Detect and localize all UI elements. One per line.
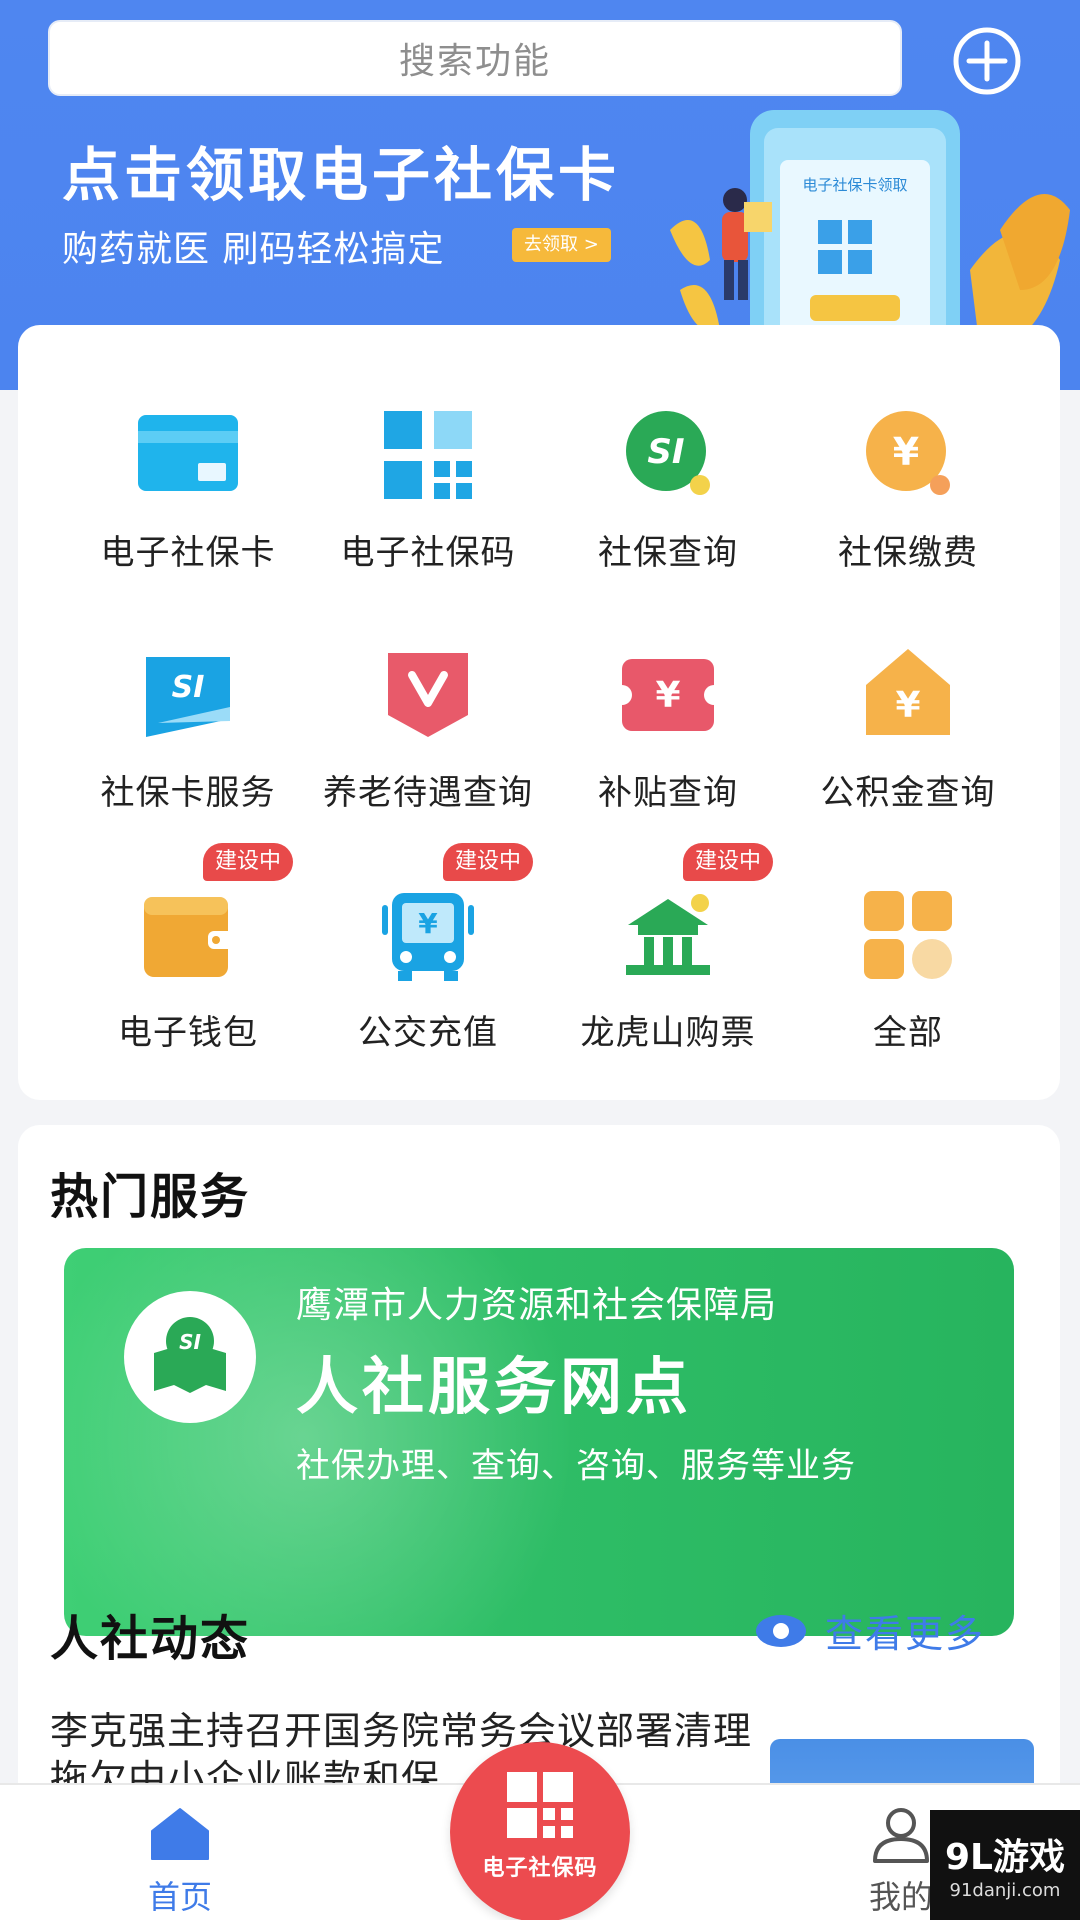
grid-item-label: 电子社保卡	[100, 533, 276, 573]
svg-text:SI: SI	[647, 432, 684, 472]
banner-subtitle: 购药就医 刷码轻松搞定	[62, 229, 445, 270]
svg-text:¥: ¥	[418, 907, 438, 940]
watermark-main: 9L游戏	[945, 1837, 1065, 1878]
phone-card-text: 电子社保卡领取	[802, 176, 907, 194]
status-badge: 建设中	[683, 843, 774, 881]
temple-ticket-icon	[626, 894, 710, 975]
grid-item-bus-topup[interactable]: 建设中 ¥ 公交充值	[303, 843, 553, 1085]
svg-text:¥: ¥	[893, 430, 919, 474]
grid-item-wallet[interactable]: 建设中 电子钱包	[63, 843, 313, 1085]
grid-item-si-pay[interactable]: ¥ 社保缴费	[783, 405, 1033, 605]
center-button-label: 电子社保码	[482, 1856, 598, 1881]
home-icon	[151, 1808, 209, 1860]
yuan-payment-icon: ¥	[866, 411, 950, 495]
service-grid: 电子社保卡 电子社保码 SI 社保查询 ¥ 社保缴费 SI 社保卡服务 养老待遇…	[18, 325, 1060, 1100]
watermark-sub: 91danji.com	[949, 1880, 1061, 1901]
service-outlet-banner[interactable]: SI 鹰潭市人力资源和社会保障局 人社服务网点 社保办理、查询、咨询、服务等业务	[64, 1248, 1014, 1636]
watermark-logo: 9L游戏 91danji.com	[930, 1810, 1080, 1920]
nav-home-tab[interactable]: 首页	[130, 1807, 230, 1917]
e-si-code-button[interactable]: 电子社保码	[450, 1742, 630, 1920]
status-badge: 建设中	[443, 843, 534, 881]
si-search-icon: SI	[626, 411, 710, 495]
add-icon[interactable]	[952, 26, 1022, 96]
grid-item-label: 电子钱包	[118, 1013, 258, 1053]
promo-title: 人社服务网点	[296, 1350, 693, 1423]
grid-item-longhushan-ticket[interactable]: 建设中 龙虎山购票	[543, 843, 793, 1085]
view-more-link[interactable]: 查看更多	[755, 1603, 985, 1658]
grid-item-label: 社保缴费	[838, 533, 978, 573]
grid-item-label: 电子社保码	[340, 533, 516, 573]
svg-text:SI: SI	[172, 670, 205, 705]
grid-item-label: 全部	[873, 1013, 943, 1053]
grid-item-e-card[interactable]: 电子社保卡	[63, 405, 313, 605]
grid-item-label: 公交充值	[358, 1013, 498, 1053]
user-icon	[873, 1808, 929, 1863]
grid-item-label: 补贴查询	[598, 773, 738, 813]
banner-title[interactable]: 点击领取电子社保卡	[62, 128, 620, 212]
grid-item-si-query[interactable]: SI 社保查询	[543, 405, 793, 605]
qr-code-icon	[507, 1772, 573, 1838]
grid-item-e-code[interactable]: 电子社保码	[303, 405, 553, 605]
status-badge: 建设中	[203, 843, 294, 881]
grid-item-subsidy[interactable]: ¥ 补贴查询	[543, 645, 793, 845]
housing-fund-icon: ¥	[866, 649, 950, 735]
all-apps-icon	[864, 891, 952, 979]
svg-text:¥: ¥	[895, 685, 920, 726]
promo-org: 鹰潭市人力资源和社会保障局	[296, 1285, 778, 1326]
grid-item-label: 龙虎山购票	[580, 1013, 756, 1053]
card-icon	[138, 415, 238, 491]
pension-icon	[388, 653, 468, 737]
subsidy-icon: ¥	[618, 659, 718, 731]
si-card-service-icon: SI	[146, 657, 230, 737]
grid-item-label: 社保卡服务	[100, 773, 276, 813]
svg-text:SI: SI	[179, 1330, 201, 1354]
eye-icon	[756, 1614, 806, 1647]
nav-home-label: 首页	[147, 1878, 212, 1916]
search-input[interactable]: 搜索功能	[48, 20, 902, 96]
news-section-title: 人社动态	[50, 1611, 251, 1667]
view-more-label: 查看更多	[825, 1612, 986, 1656]
grid-item-all[interactable]: 全部	[783, 885, 1033, 1085]
qr-code-icon	[384, 411, 472, 499]
promo-desc: 社保办理、查询、咨询、服务等业务	[296, 1446, 856, 1486]
bus-icon: ¥	[382, 893, 474, 981]
grid-item-label: 养老待遇查询	[323, 773, 533, 813]
grid-item-pension[interactable]: 养老待遇查询	[303, 645, 553, 845]
grid-item-label: 社保查询	[598, 533, 738, 573]
grid-item-label: 公积金查询	[820, 773, 996, 813]
svg-text:¥: ¥	[655, 675, 680, 716]
hot-services-title: 热门服务	[50, 1169, 251, 1225]
banner-claim-button[interactable]: 去领取 >	[512, 228, 611, 262]
si-location-icon: SI	[124, 1291, 256, 1423]
wallet-icon	[144, 897, 234, 977]
grid-item-si-card-service[interactable]: SI 社保卡服务	[63, 645, 313, 845]
grid-item-housing-fund[interactable]: ¥ 公积金查询	[783, 645, 1033, 845]
